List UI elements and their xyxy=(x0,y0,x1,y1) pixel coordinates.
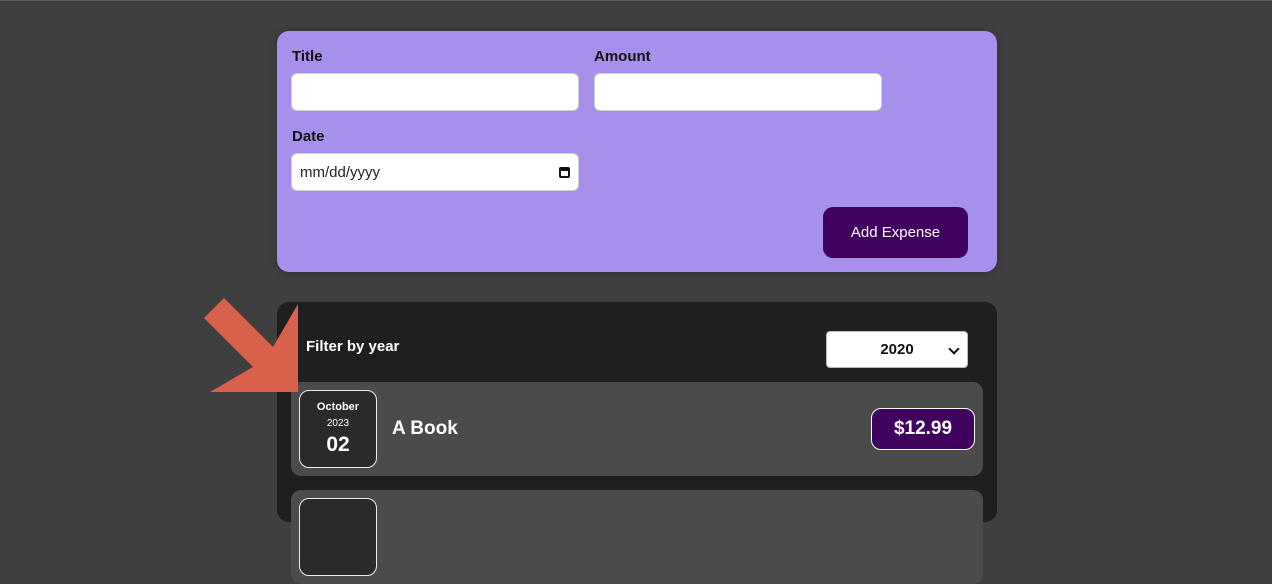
amount-label: Amount xyxy=(594,48,651,65)
chevron-down-icon xyxy=(948,343,960,355)
new-expense-form: Title Amount Date mm/dd/yyyy Add Expense xyxy=(277,31,997,272)
expense-title: A Book xyxy=(392,418,458,439)
date-placeholder: mm/dd/yyyy xyxy=(300,163,381,181)
date-input[interactable]: mm/dd/yyyy xyxy=(291,153,579,191)
expense-item-partial[interactable] xyxy=(291,490,983,584)
year-filter-select[interactable]: 2020 xyxy=(826,331,968,368)
title-label: Title xyxy=(292,48,323,65)
title-input[interactable] xyxy=(291,73,579,111)
expense-amount: $12.99 xyxy=(871,408,975,450)
expense-item[interactable]: October 2023 02 A Book $12.99 xyxy=(291,382,983,476)
expense-month: October xyxy=(316,401,360,413)
date-label: Date xyxy=(292,128,325,145)
filter-label: Filter by year xyxy=(306,338,400,355)
amount-input[interactable] xyxy=(594,73,882,111)
expense-day: 02 xyxy=(326,433,350,456)
add-expense-button[interactable]: Add Expense xyxy=(823,207,968,258)
arrow-down-right-icon xyxy=(204,298,298,392)
year-filter-value: 2020 xyxy=(880,341,914,358)
expense-date-partial xyxy=(299,498,377,576)
expense-year: 2023 xyxy=(326,418,350,429)
top-border xyxy=(0,0,1272,1)
expense-date: October 2023 02 xyxy=(299,390,377,468)
expenses-list: Filter by year 2020 October 2023 02 A Bo… xyxy=(277,302,997,584)
calendar-icon[interactable] xyxy=(559,166,570,178)
